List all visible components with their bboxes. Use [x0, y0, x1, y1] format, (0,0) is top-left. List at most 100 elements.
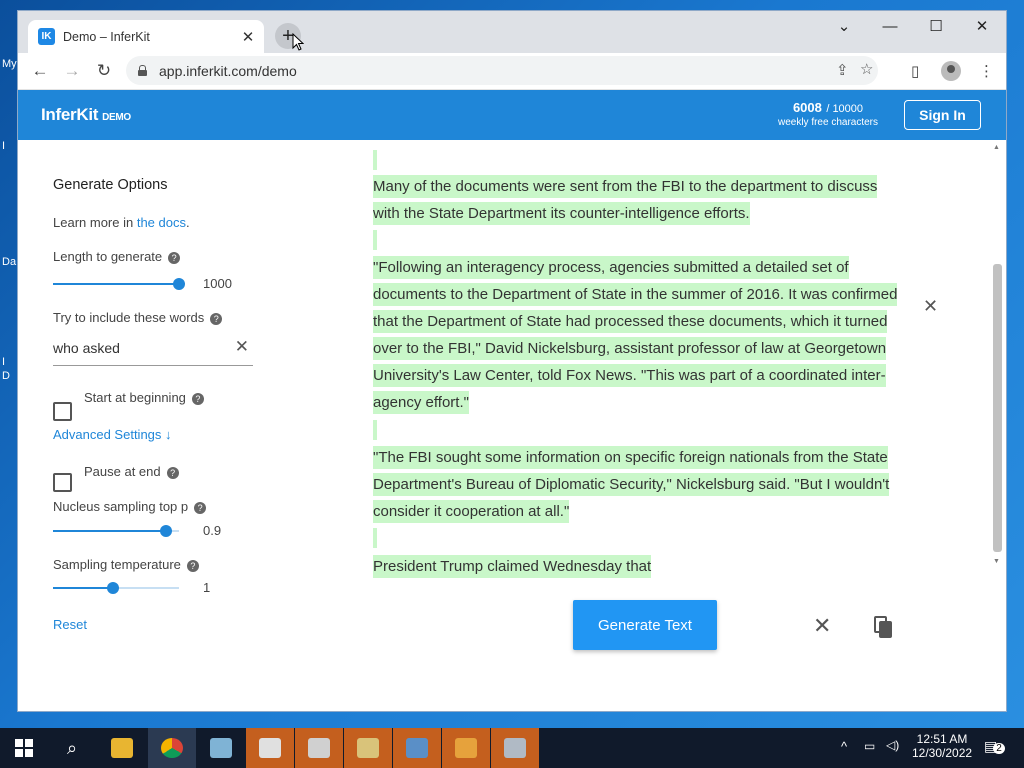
tab-title: Demo – InferKit [63, 29, 150, 44]
notification-center-icon[interactable]: ▤2 [984, 738, 1005, 755]
clock[interactable]: 12:51 AM 12/30/2022 [912, 732, 972, 760]
notepad-icon [210, 738, 232, 758]
slider-thumb[interactable] [160, 525, 172, 537]
learn-more-text: Learn more in the docs. [53, 215, 190, 230]
nucleus-label-text: Nucleus sampling top p [53, 499, 189, 514]
profile-avatar-icon[interactable] [941, 61, 961, 81]
text-editor[interactable]: Many of the documents were sent from the… [373, 150, 993, 578]
taskbar-app[interactable] [442, 728, 490, 768]
clear-words-icon[interactable]: ✕ [235, 337, 249, 357]
editor-paragraph[interactable]: President Trump claimed Wednesday that [373, 553, 908, 580]
help-icon[interactable]: ? [210, 312, 223, 325]
inferkit-favicon-icon: IK [38, 28, 55, 45]
taskbar: ⌕ ^ ▭ ◁) 12:51 AM 12/30/2022 ▤2 [0, 728, 1024, 768]
forward-icon[interactable]: → [56, 61, 88, 81]
quota-label: weekly free characters [777, 117, 879, 128]
help-icon[interactable]: ? [168, 251, 181, 264]
search-icon[interactable]: ⌕ [48, 728, 96, 768]
desktop-icon-label[interactable]: I [2, 356, 5, 368]
clear-text-icon[interactable]: ✕ [813, 613, 831, 639]
words-label: Try to include these words? [53, 310, 223, 325]
taskbar-app[interactable] [295, 728, 343, 768]
reload-icon[interactable]: ↻ [88, 61, 120, 81]
scroll-down-icon[interactable]: ▼ [993, 558, 1000, 565]
editor-scrollbar[interactable]: ▲ ▼ [990, 140, 1004, 570]
slider-thumb[interactable] [107, 582, 119, 594]
start-button[interactable] [0, 728, 48, 768]
taskbar-app[interactable] [393, 728, 441, 768]
paragraph-gap-marker [373, 420, 377, 440]
help-icon[interactable]: ? [194, 501, 207, 514]
start-at-beginning-checkbox[interactable] [53, 402, 72, 421]
side-panel-icon[interactable]: ▯ [911, 62, 919, 80]
tab-search-icon[interactable]: ⌄ [821, 11, 867, 41]
scrollbar-thumb[interactable] [993, 264, 1002, 552]
options-title: Generate Options [53, 177, 168, 193]
slider-track [53, 587, 113, 589]
help-icon[interactable]: ? [191, 392, 204, 405]
browser-tab[interactable]: IK Demo – InferKit ✕ [28, 20, 264, 53]
sign-in-button[interactable]: Sign In [904, 100, 981, 130]
network-icon[interactable]: ▭ [864, 739, 875, 753]
temperature-label: Sampling temperature? [53, 557, 199, 572]
minimize-button[interactable]: — [867, 11, 913, 41]
quota-used: 6008 [792, 100, 822, 115]
start-label: Start at beginning? [84, 390, 204, 405]
address-bar[interactable]: app.inferkit.com/demo ⇪ ☆ [126, 56, 878, 85]
share-icon[interactable]: ⇪ [836, 61, 849, 79]
length-slider[interactable] [53, 277, 185, 291]
tab-strip: IK Demo – InferKit ✕ + ⌄ — ☐ ✕ [18, 11, 1006, 53]
editor-paragraph[interactable]: "Following an interagency process, agenc… [373, 254, 908, 416]
slider-thumb[interactable] [173, 278, 185, 290]
back-icon[interactable]: ← [24, 61, 56, 81]
copy-icon[interactable] [874, 616, 892, 638]
copy-front-page [879, 621, 892, 638]
volume-icon[interactable]: ◁) [886, 738, 899, 752]
menu-kebab-icon[interactable]: ⋮ [979, 62, 994, 80]
scroll-up-icon[interactable]: ▲ [993, 144, 1000, 151]
docs-link[interactable]: the docs [137, 215, 186, 230]
lock-icon[interactable] [138, 65, 147, 76]
help-icon[interactable]: ? [186, 559, 199, 572]
network-app-icon [504, 738, 526, 758]
desktop-icon-label[interactable]: I [2, 140, 5, 152]
tab-close-icon[interactable]: ✕ [240, 28, 256, 46]
desktop-icon-label[interactable]: Da [2, 256, 16, 268]
url-text[interactable]: app.inferkit.com/demo [159, 63, 297, 79]
taskbar-app[interactable] [197, 728, 245, 768]
mouse-cursor-icon [292, 32, 305, 54]
clock-date: 12/30/2022 [912, 746, 973, 760]
taskbar-app[interactable] [491, 728, 539, 768]
desktop-icon-label[interactable]: D [2, 370, 10, 382]
generate-text-button[interactable]: Generate Text [573, 600, 717, 650]
browser-toolbar: ← → ↻ app.inferkit.com/demo ⇪ ☆ ▯ ⋮ [18, 53, 1006, 90]
show-hidden-icons[interactable]: ^ [841, 739, 847, 754]
reset-link[interactable]: Reset [53, 617, 87, 632]
length-value: 1000 [203, 276, 232, 291]
pause-at-end-checkbox[interactable] [53, 473, 72, 492]
map-icon [308, 738, 330, 758]
notification-count: 2 [993, 743, 1005, 754]
taskbar-app[interactable] [344, 728, 392, 768]
include-words-value[interactable]: who asked [53, 340, 120, 356]
editor-paragraph[interactable]: Many of the documents were sent from the… [373, 173, 908, 227]
taskbar-chrome[interactable] [148, 728, 196, 768]
editor-close-icon[interactable]: ✕ [923, 296, 938, 317]
include-words-input[interactable]: who asked ✕ [53, 336, 253, 366]
taskbar-file-explorer[interactable] [98, 728, 146, 768]
close-window-button[interactable]: ✕ [959, 11, 1005, 41]
taskbar-app[interactable] [246, 728, 294, 768]
bookmark-star-icon[interactable]: ☆ [860, 60, 873, 78]
pause-label-text: Pause at end [84, 464, 161, 479]
advanced-settings-toggle[interactable]: Advanced Settings ↓ [53, 427, 172, 442]
editor-paragraph[interactable]: "The FBI sought some information on spec… [373, 444, 908, 525]
inferkit-logo[interactable]: InferKit DEMO [41, 105, 131, 125]
help-icon[interactable]: ? [166, 466, 179, 479]
temperature-slider[interactable] [53, 581, 179, 595]
nucleus-slider[interactable] [53, 524, 179, 538]
paint-icon [357, 738, 379, 758]
maximize-button[interactable]: ☐ [913, 11, 959, 41]
desktop-icon-label[interactable]: My [2, 58, 17, 70]
chrome-icon [161, 738, 183, 758]
browser-window: IK Demo – InferKit ✕ + ⌄ — ☐ ✕ ← → ↻ app… [18, 11, 1006, 711]
